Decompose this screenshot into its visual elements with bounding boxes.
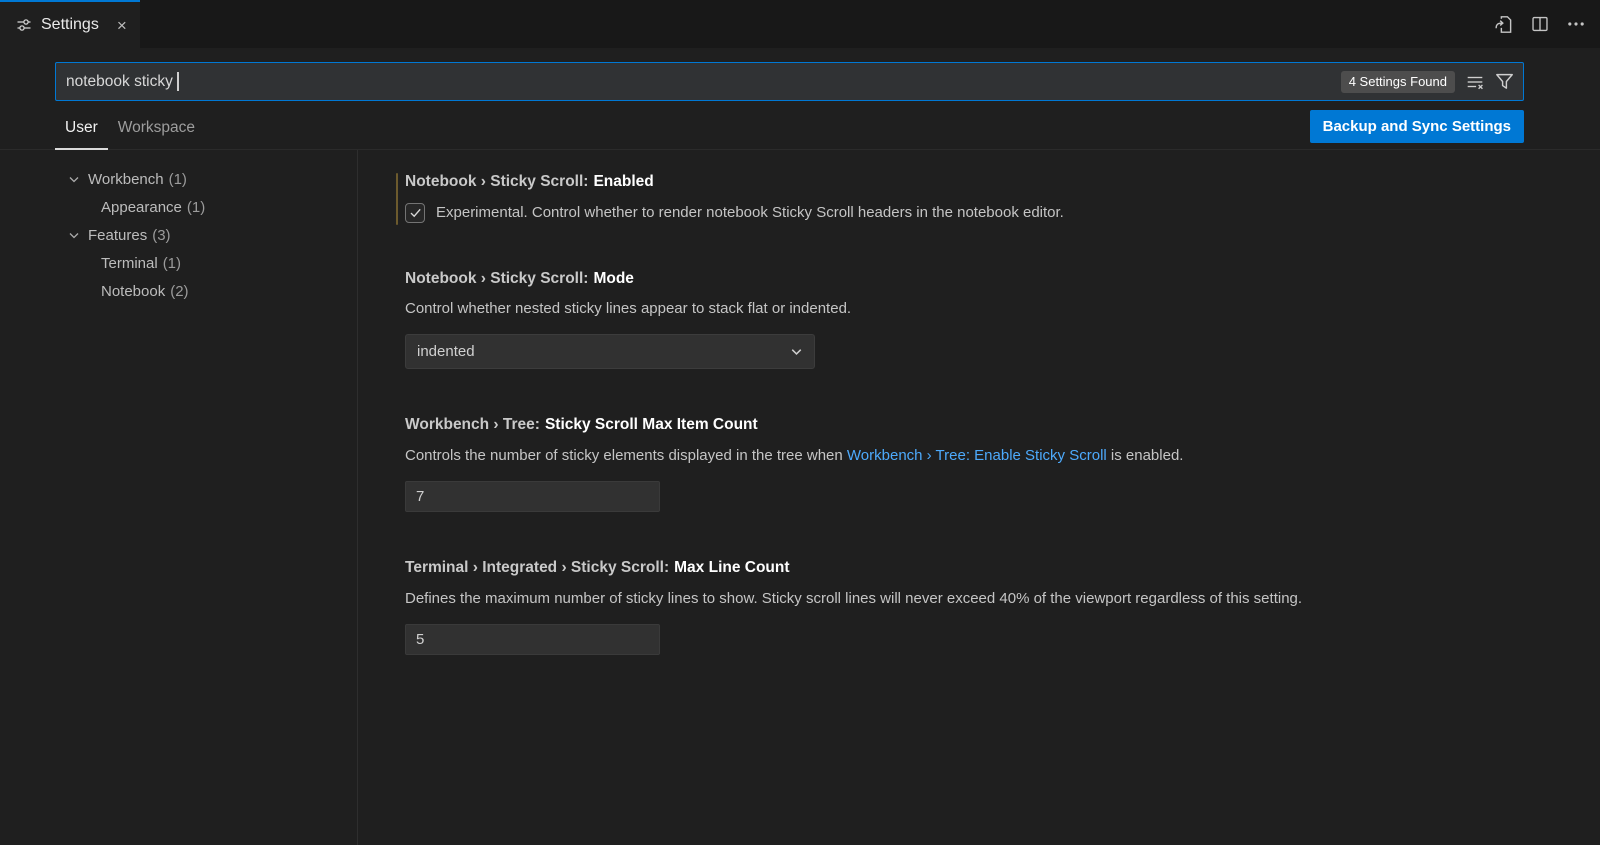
setting-title: Terminal › Integrated › Sticky Scroll: Ma… <box>405 559 1560 578</box>
toc-item-terminal[interactable]: Terminal (1) <box>0 249 357 277</box>
toc-label: Terminal <box>101 255 158 272</box>
setting-description: Experimental. Control whether to render … <box>436 204 1064 221</box>
toc-count: (1) <box>187 199 205 216</box>
setting-description: Control whether nested sticky lines appe… <box>405 299 1560 319</box>
settings-toc: Workbench (1) Appearance (1) Features (3… <box>0 150 358 845</box>
mode-select[interactable]: indented <box>405 334 815 369</box>
results-count-badge: 4 Settings Found <box>1341 71 1455 93</box>
settings-body: Workbench (1) Appearance (1) Features (3… <box>0 150 1600 845</box>
setting-description: Defines the maximum number of sticky lin… <box>405 589 1560 609</box>
setting-title: Notebook › Sticky Scroll: Enabled <box>405 173 1560 192</box>
toc-count: (1) <box>163 255 181 272</box>
setting-title: Notebook › Sticky Scroll: Mode <box>405 270 1560 289</box>
settings-list: Notebook › Sticky Scroll: Enabled Experim… <box>358 150 1600 845</box>
text-cursor <box>177 72 179 91</box>
setting-terminal-sticky-scroll-max-line-count: Terminal › Integrated › Sticky Scroll: Ma… <box>405 559 1560 655</box>
max-item-count-input[interactable] <box>405 481 660 512</box>
editor-tab-bar: Settings × <box>0 0 1600 48</box>
setting-description: Controls the number of sticky elements d… <box>405 446 1560 466</box>
setting-tree-sticky-scroll-max-item-count: Workbench › Tree: Sticky Scroll Max Item … <box>405 416 1560 512</box>
chevron-down-icon[interactable] <box>66 171 82 187</box>
settings-search-input[interactable]: notebook sticky 4 Settings Found <box>55 62 1524 101</box>
setting-name: Sticky Scroll Max Item Count <box>545 416 758 433</box>
select-value: indented <box>417 343 475 360</box>
toc-count: (1) <box>169 171 187 188</box>
settings-header-row: User Workspace Backup and Sync Settings <box>0 107 1600 150</box>
setting-title: Workbench › Tree: Sticky Scroll Max Item … <box>405 416 1560 435</box>
tab-title: Settings <box>41 16 99 34</box>
tab-settings[interactable]: Settings × <box>0 0 140 48</box>
toc-label: Notebook <box>101 283 165 300</box>
filter-icon[interactable] <box>1495 72 1514 91</box>
description-text: Controls the number of sticky elements d… <box>405 447 847 464</box>
toc-item-workbench[interactable]: Workbench (1) <box>0 165 357 193</box>
toc-label: Workbench <box>88 171 164 188</box>
toc-count: (3) <box>152 227 170 244</box>
search-controls: 4 Settings Found <box>1341 71 1514 93</box>
modified-indicator <box>396 173 398 225</box>
chevron-down-icon[interactable] <box>66 227 82 243</box>
search-row: notebook sticky 4 Settings Found <box>0 48 1600 101</box>
setting-category: Workbench › Tree: <box>405 416 540 433</box>
clear-search-results-icon[interactable] <box>1466 73 1484 91</box>
checkbox-row: Experimental. Control whether to render … <box>405 203 1560 223</box>
backup-and-sync-settings-button[interactable]: Backup and Sync Settings <box>1310 110 1524 143</box>
more-actions-icon[interactable] <box>1567 15 1585 33</box>
scope-tabs: User Workspace <box>55 107 205 149</box>
setting-notebook-sticky-scroll-mode: Notebook › Sticky Scroll: Mode Control wh… <box>405 270 1560 370</box>
tab-workspace[interactable]: Workspace <box>108 107 205 149</box>
setting-name: Enabled <box>593 173 653 190</box>
split-editor-icon[interactable] <box>1531 15 1549 33</box>
toc-item-features[interactable]: Features (3) <box>0 221 357 249</box>
chevron-down-icon <box>788 343 805 360</box>
sliders-icon <box>16 17 32 33</box>
editor-actions <box>1494 0 1600 48</box>
setting-link-enable-sticky-scroll[interactable]: Workbench › Tree: Enable Sticky Scroll <box>847 447 1107 464</box>
toc-label: Appearance <box>101 199 182 216</box>
open-settings-json-icon[interactable] <box>1494 15 1513 34</box>
setting-category: Notebook › Sticky Scroll: <box>405 173 588 190</box>
setting-category: Notebook › Sticky Scroll: <box>405 270 588 287</box>
toc-label: Features <box>88 227 147 244</box>
close-icon[interactable]: × <box>117 17 127 34</box>
toc-item-notebook[interactable]: Notebook (2) <box>0 277 357 305</box>
setting-name: Mode <box>593 270 633 287</box>
max-line-count-input[interactable] <box>405 624 660 655</box>
description-text: is enabled. <box>1107 447 1184 464</box>
tab-user[interactable]: User <box>55 107 108 149</box>
settings-editor: notebook sticky 4 Settings Found <box>0 48 1600 845</box>
toc-count: (2) <box>170 283 188 300</box>
tab-workspace-label: Workspace <box>118 119 195 137</box>
setting-name: Max Line Count <box>674 559 789 576</box>
search-query-text: notebook sticky <box>66 73 173 91</box>
setting-category: Terminal › Integrated › Sticky Scroll: <box>405 559 669 576</box>
enabled-checkbox[interactable] <box>405 203 425 223</box>
toc-item-appearance[interactable]: Appearance (1) <box>0 193 357 221</box>
tab-user-label: User <box>65 119 98 137</box>
setting-notebook-sticky-scroll-enabled: Notebook › Sticky Scroll: Enabled Experim… <box>405 173 1560 223</box>
